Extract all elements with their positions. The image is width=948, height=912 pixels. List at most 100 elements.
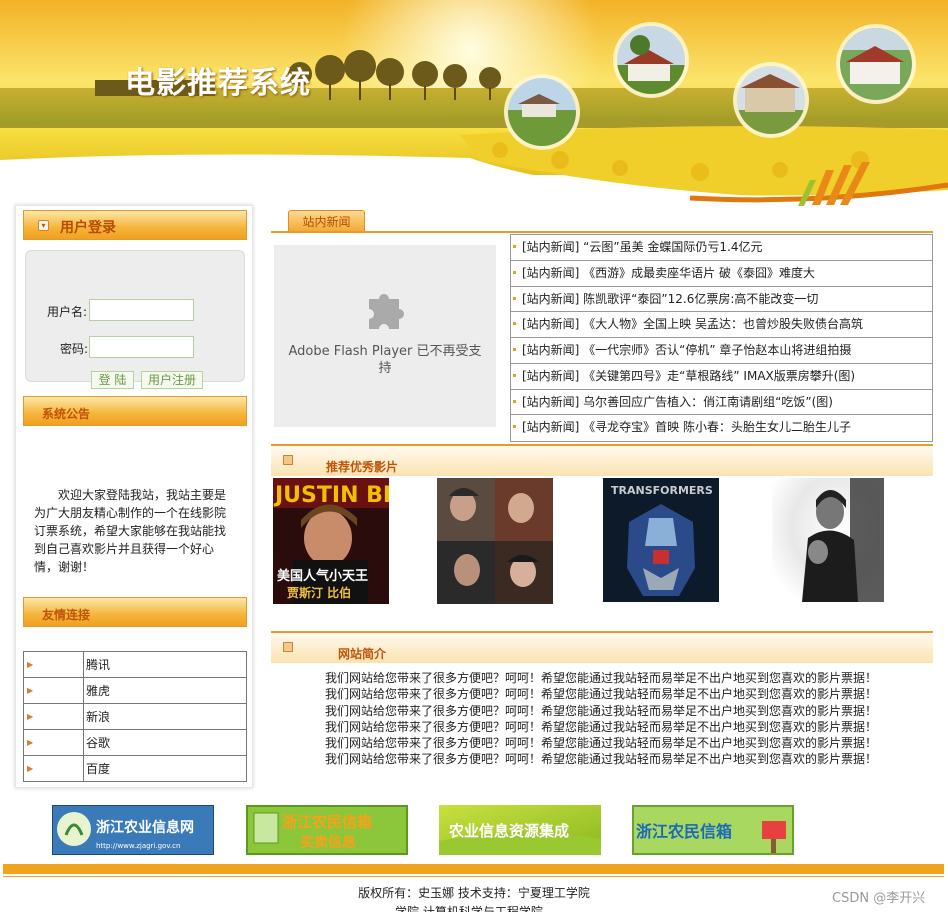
copyright-text: 版权所有：史玉娜 技术支持：宁夏理工学院 bbox=[358, 886, 590, 900]
transformers-poster[interactable]: TRANSFORMERS bbox=[603, 478, 719, 602]
section-icon bbox=[283, 455, 293, 465]
zj-farmer-trade-logo[interactable]: 浙江农民信箱 买卖信息 bbox=[246, 805, 408, 855]
header-banner: 电影推荐系统 bbox=[0, 0, 948, 210]
poster-image: JUSTIN BIE 美国人气小天王 贾斯汀 比伯 bbox=[273, 478, 389, 604]
bullet-icon bbox=[513, 425, 516, 429]
poster-caption-1: 美国人气小天王 bbox=[277, 568, 368, 584]
intro-header: 网站简介 bbox=[271, 631, 933, 663]
recommend-header: 推荐优秀影片 bbox=[271, 444, 933, 476]
arrow-icon: ▶ bbox=[23, 703, 84, 730]
plugin-puzzle-icon bbox=[369, 294, 404, 329]
friend-link-row: ▶ 新浪 bbox=[23, 703, 247, 730]
password-input[interactable] bbox=[89, 336, 194, 358]
poster-image bbox=[772, 478, 884, 602]
bullet-icon bbox=[513, 322, 516, 326]
news-item[interactable]: [站内新闻] 《西游》成最卖座华语片 破《泰囧》难度大 bbox=[511, 261, 932, 287]
friend-link-row: ▶ 雅虎 bbox=[23, 677, 247, 704]
news-item-text: [站内新闻] 陈凯歌评“泰囧”12.6亿票房:高不能改变一切 bbox=[522, 291, 819, 306]
news-item[interactable]: [站内新闻] 《一代宗师》否认“停机” 章子怡赵本山将进组拍摄 bbox=[511, 338, 932, 364]
csdn-watermark: CSDN @李开兴 bbox=[832, 891, 926, 906]
logo-subtext: http://www.zjagri.gov.cn bbox=[96, 842, 180, 850]
friend-links-title: 友情连接 bbox=[42, 608, 91, 622]
bullet-icon bbox=[513, 270, 516, 274]
news-list: [站内新闻] “云图”虽美 金蝶国际仍亏1.4亿元 [站内新闻] 《西游》成最卖… bbox=[510, 234, 933, 442]
intro-line: 我们网站给您带来了很多方便吧？呵呵！希望您能通过我站轻而易举足不出户地买到您喜欢… bbox=[325, 671, 878, 685]
footer-cutoff-text: 学院 计算机科学与工程学院 bbox=[395, 905, 543, 912]
bullet-icon bbox=[513, 373, 516, 377]
friend-link-google[interactable]: 谷歌 bbox=[83, 729, 247, 756]
poster-top-text: JUSTIN BIE bbox=[273, 483, 389, 508]
news-item[interactable]: [站内新闻] 《关键第四号》走“草根路线” IMAX版票房攀升(图) bbox=[511, 364, 932, 390]
section-icon bbox=[283, 642, 293, 652]
justin-bieber-poster[interactable]: JUSTIN BIE 美国人气小天王 贾斯汀 比伯 bbox=[273, 478, 389, 604]
news-divider bbox=[271, 231, 933, 233]
logo-image: 浙江农民信箱 买卖信息 bbox=[246, 805, 408, 855]
black-white-drama-poster[interactable] bbox=[772, 478, 884, 602]
news-item[interactable]: [站内新闻] 《寻龙夺宝》首映 陈小春：头胎生女儿二胎生儿子 bbox=[511, 415, 932, 441]
news-item-text: [站内新闻] 《西游》成最卖座华语片 破《泰囧》难度大 bbox=[522, 265, 815, 280]
arrow-icon: ▶ bbox=[23, 651, 84, 678]
news-item-text: [站内新闻] 乌尔善回应广告植入：俏江南请剧组“吃饭”(图) bbox=[522, 394, 833, 409]
poster-image bbox=[437, 478, 553, 604]
arrow-icon: ▶ bbox=[23, 755, 84, 782]
friend-link-row: ▶ 谷歌 bbox=[23, 729, 247, 756]
zj-farmer-mailbox-logo[interactable]: 浙江农民信箱 bbox=[632, 805, 794, 855]
news-item[interactable]: [站内新闻] 《大人物》全国上映 吴孟达：也曾炒股失败债台高筑 bbox=[511, 312, 932, 338]
login-title: 用户登录 bbox=[60, 220, 116, 236]
ensemble-drama-poster[interactable] bbox=[437, 478, 553, 604]
landscape-banner-graphic bbox=[0, 0, 948, 210]
agri-resource-logo[interactable]: 农业信息资源集成 bbox=[439, 805, 601, 855]
logo-image: 农业信息资源集成 bbox=[439, 805, 601, 855]
announcement-title: 系统公告 bbox=[42, 407, 91, 421]
friend-link-row: ▶ 腾讯 bbox=[23, 651, 247, 678]
arrow-icon: ▶ bbox=[23, 729, 84, 756]
login-form: 用户名: 密码: bbox=[25, 250, 245, 382]
left-sidebar: ▾ 用户登录 用户名: 密码: 登 陆 用户注册 系统公告 欢迎大家登陆我站，我… bbox=[15, 205, 253, 788]
username-input[interactable] bbox=[89, 299, 194, 321]
logo-text: 浙江农民信箱 bbox=[282, 813, 372, 831]
friend-links-table: ▶ 腾讯 ▶ 雅虎 ▶ 新浪 ▶ 谷歌 ▶ 百度 bbox=[23, 651, 247, 782]
logo-image: 浙江农民信箱 bbox=[632, 805, 794, 855]
intro-line: 我们网站给您带来了很多方便吧？呵呵！希望您能通过我站轻而易举足不出户地买到您喜欢… bbox=[325, 719, 878, 734]
friend-links-header: 友情连接 bbox=[23, 597, 247, 627]
intro-title: 网站简介 bbox=[338, 647, 387, 661]
tab-site-news[interactable]: 站内新闻 bbox=[288, 210, 365, 232]
footer-bar bbox=[3, 864, 944, 874]
announcement-text: 欢迎大家登陆我站，我站主要是为广大朋友精心制作的一个在线影院订票系统，希望大家能… bbox=[34, 488, 227, 574]
zj-agri-info-logo[interactable]: 浙江农业信息网 http://www.zjagri.gov.cn bbox=[52, 805, 214, 855]
friend-link-row: ▶ 百度 bbox=[23, 755, 247, 782]
intro-line: 我们网站给您带来了很多方便吧？呵呵！希望您能通过我站轻而易举足不出户地买到您喜欢… bbox=[325, 687, 878, 702]
logo-subtext: 买卖信息 bbox=[300, 834, 356, 851]
poster-top-text: TRANSFORMERS bbox=[611, 484, 713, 497]
news-item[interactable]: [站内新闻] “云图”虽美 金蝶国际仍亏1.4亿元 bbox=[511, 235, 932, 261]
friend-link-yahoo[interactable]: 雅虎 bbox=[83, 677, 247, 704]
announcement-header: 系统公告 bbox=[23, 396, 247, 426]
username-label: 用户名: bbox=[47, 305, 88, 319]
friend-link-sina[interactable]: 新浪 bbox=[83, 703, 247, 730]
poster-caption-2: 贾斯汀 比伯 bbox=[287, 585, 351, 600]
flash-unsupported-message: Adobe Flash Player 已不再受支持 bbox=[288, 344, 482, 376]
intro-text: 我们网站给您带来了很多方便吧？呵呵！希望您能通过我站轻而易举足不出户地买到您喜欢… bbox=[325, 670, 885, 768]
footer-divider bbox=[3, 876, 944, 877]
intro-line: 我们网站给您带来了很多方便吧？呵呵！希望您能通过我站轻而易举足不出户地买到您喜欢… bbox=[325, 752, 878, 767]
logo-text: 浙江农业信息网 bbox=[96, 819, 194, 836]
intro-line: 我们网站给您带来了很多方便吧？呵呵！希望您能通过我站轻而易举足不出户地买到您喜欢… bbox=[325, 736, 878, 751]
arrow-icon: ▶ bbox=[23, 677, 84, 704]
bullet-icon bbox=[513, 296, 516, 300]
password-label: 密码: bbox=[60, 342, 89, 356]
friend-link-baidu[interactable]: 百度 bbox=[83, 755, 247, 782]
login-button[interactable]: 登 陆 bbox=[91, 371, 134, 389]
flash-placeholder[interactable]: Adobe Flash Player 已不再受支持 bbox=[274, 245, 496, 427]
news-item-text: [站内新闻] 《一代宗师》否认“停机” 章子怡赵本山将进组拍摄 bbox=[522, 343, 852, 357]
register-button[interactable]: 用户注册 bbox=[141, 371, 203, 389]
news-item[interactable]: [站内新闻] 陈凯歌评“泰囧”12.6亿票房:高不能改变一切 bbox=[511, 287, 932, 313]
news-item-text: [站内新闻] 《寻龙夺宝》首映 陈小春：头胎生女儿二胎生儿子 bbox=[522, 420, 851, 435]
friend-link-tencent[interactable]: 腾讯 bbox=[83, 651, 247, 678]
news-item[interactable]: [站内新闻] 乌尔善回应广告植入：俏江南请剧组“吃饭”(图) bbox=[511, 390, 932, 416]
login-header-icon: ▾ bbox=[38, 220, 49, 231]
logo-image: 浙江农业信息网 http://www.zjagri.gov.cn bbox=[52, 805, 214, 855]
bullet-icon bbox=[513, 245, 516, 248]
bullet-icon bbox=[513, 399, 516, 403]
news-item-text: [站内新闻] “云图”虽美 金蝶国际仍亏1.4亿元 bbox=[522, 240, 763, 254]
site-title: 电影推荐系统 bbox=[125, 66, 311, 101]
